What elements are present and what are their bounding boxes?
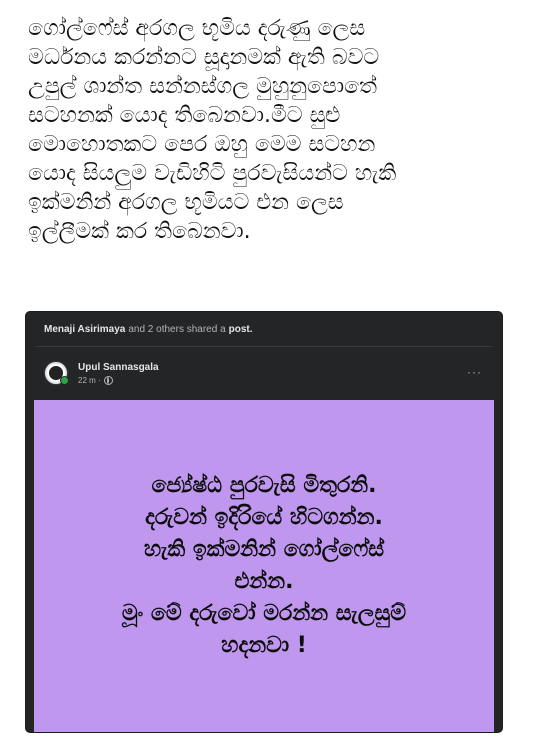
article-line: යොද සියලුම වැඩිහිටි පුරවැසියන්ට හැකි xyxy=(28,161,397,186)
article-line: ගෝල්ෆේස් අරගල භූමිය දරුණු ලෙස xyxy=(28,16,366,41)
more-options-button[interactable]: ··· xyxy=(467,365,482,379)
post-line: එන්න. xyxy=(234,569,294,594)
post-line: දරුවන් ඉදිරියේ හිටගන්න. xyxy=(145,505,383,530)
article-line: උපුල් ශාන්ත සන්නස්ගල මුහුනුපොතේ xyxy=(28,74,377,99)
post-body-text: ජ්‍යේෂ්ඨ පුරවැසි මිතුරනි. දරුවන් ඉදිරියේ… xyxy=(34,400,494,732)
post-meta: 22 m · xyxy=(78,375,159,385)
article-line: ඉක්මනින් අරගල භූමියට එන ලෙස xyxy=(28,190,344,215)
article-line: සටහනක් යොද තිබෙනවා.මීට සුළු xyxy=(28,103,341,128)
globe-icon xyxy=(103,375,113,385)
post-header: Upul Sannasgala 22 m · ··· xyxy=(26,347,502,399)
sharer-name-link[interactable]: Menaji Asirimaya xyxy=(44,324,125,335)
author-name-link[interactable]: Upul Sannasgala xyxy=(78,362,159,373)
author-block: Upul Sannasgala 22 m · xyxy=(78,362,159,385)
post-line: හදනවා ! xyxy=(221,633,307,658)
post-line: හැකි ඉක්මනින් ගෝල්ෆේස් xyxy=(143,537,385,562)
facebook-post-screenshot: Menaji Asirimaya and 2 others shared a p… xyxy=(26,312,502,732)
profile-avatar[interactable] xyxy=(44,361,69,385)
shared-by-text: and 2 others shared a xyxy=(128,323,226,335)
article-line: මර්ධනය කරන්නට සූදානමක් ඇති බවට xyxy=(28,45,380,70)
post-line: මූං මේ දරුවෝ මරන්න සැලසුම් xyxy=(121,601,407,626)
post-timestamp[interactable]: 22 m · xyxy=(78,376,101,385)
post-line: ජ්‍යේෂ්ඨ පුරවැසි මිතුරනි. xyxy=(151,473,377,498)
article-line: ඉල්ලීමක් කර තිබෙනවා. xyxy=(28,219,251,244)
shared-post-link[interactable]: post. xyxy=(229,324,253,335)
shared-by-bar: Menaji Asirimaya and 2 others shared a p… xyxy=(36,312,492,347)
online-status-icon xyxy=(60,376,69,385)
article-text: ගෝල්ෆේස් අරගල භූමිය දරුණු ලෙස මර්ධනය කරන… xyxy=(28,14,518,246)
article-line: මොහොතකට පෙර ඔහු මෙම සටහන xyxy=(28,132,376,157)
